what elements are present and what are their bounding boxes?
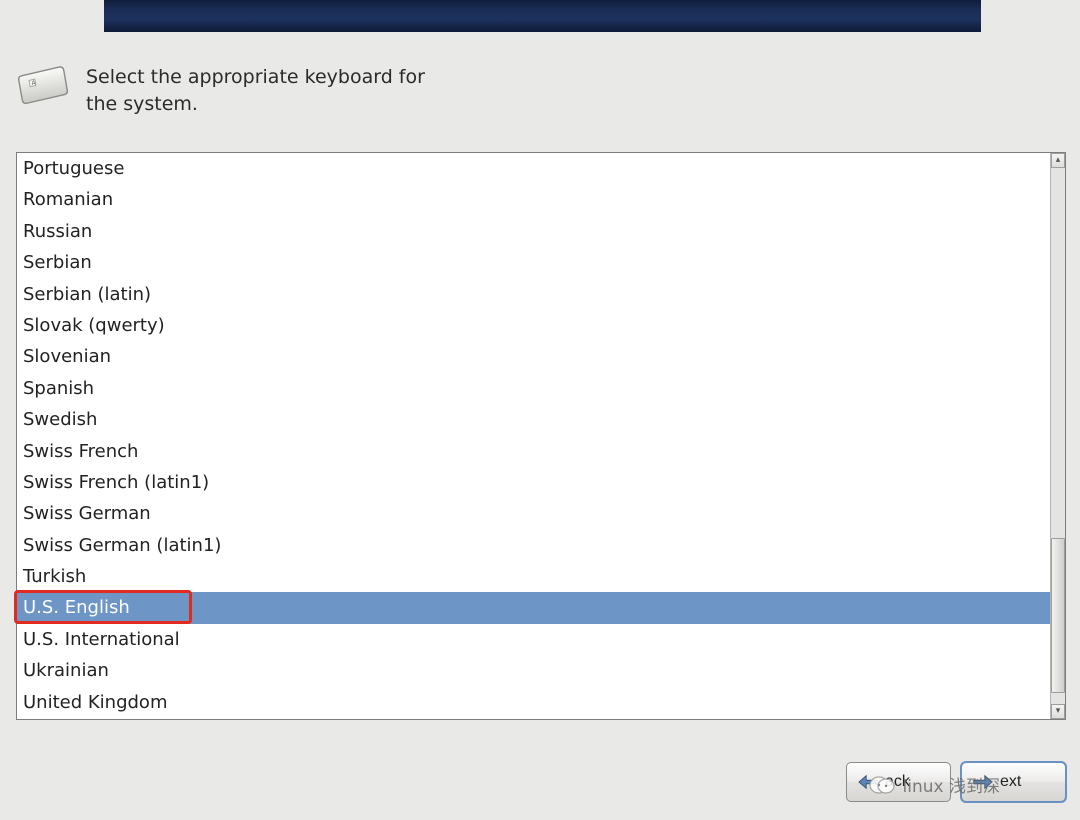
next-label: ext bbox=[1000, 773, 1021, 791]
footer-nav: ack ext bbox=[846, 762, 1066, 802]
list-item[interactable]: Turkish bbox=[17, 561, 1050, 592]
back-label: ack bbox=[885, 773, 910, 791]
list-item[interactable]: U.S. International bbox=[17, 624, 1050, 655]
scroll-down-button[interactable]: ▾ bbox=[1051, 704, 1065, 719]
list-item[interactable]: Ukrainian bbox=[17, 655, 1050, 686]
arrow-right-icon bbox=[972, 773, 994, 791]
list-item[interactable]: Swiss French (latin1) bbox=[17, 467, 1050, 498]
list-item[interactable]: United Kingdom bbox=[17, 687, 1050, 718]
back-button[interactable]: ack bbox=[846, 762, 951, 802]
list-item[interactable]: Romanian bbox=[17, 184, 1050, 215]
list-item[interactable]: Spanish bbox=[17, 373, 1050, 404]
list-item[interactable]: Slovenian bbox=[17, 341, 1050, 372]
scroll-thumb[interactable] bbox=[1051, 538, 1065, 693]
prompt-text: Select the appropriate keyboard for the … bbox=[86, 64, 426, 117]
next-button[interactable]: ext bbox=[961, 762, 1066, 802]
header: A Select the appropriate keyboard for th… bbox=[18, 64, 426, 117]
keyboard-list-container: PortugueseRomanianRussianSerbianSerbian … bbox=[16, 152, 1066, 720]
list-item[interactable]: Swiss German (latin1) bbox=[17, 530, 1050, 561]
list-item[interactable]: Swiss German bbox=[17, 498, 1050, 529]
scroll-up-button[interactable]: ▴ bbox=[1051, 153, 1065, 168]
list-item[interactable]: Russian bbox=[17, 216, 1050, 247]
list-item[interactable]: U.S. English bbox=[17, 592, 1050, 623]
list-item[interactable]: Swiss French bbox=[17, 436, 1050, 467]
list-item[interactable]: Slovak (qwerty) bbox=[17, 310, 1050, 341]
list-item[interactable]: Portuguese bbox=[17, 153, 1050, 184]
keyboard-listbox[interactable]: PortugueseRomanianRussianSerbianSerbian … bbox=[17, 153, 1050, 719]
scroll-track[interactable] bbox=[1051, 168, 1065, 704]
vertical-scrollbar[interactable]: ▴ ▾ bbox=[1050, 153, 1065, 719]
list-item[interactable]: Serbian (latin) bbox=[17, 279, 1050, 310]
list-item[interactable]: Serbian bbox=[17, 247, 1050, 278]
list-item[interactable]: Swedish bbox=[17, 404, 1050, 435]
keyboard-icon: A bbox=[18, 64, 70, 106]
arrow-left-icon bbox=[857, 773, 879, 791]
installer-banner bbox=[104, 0, 981, 32]
